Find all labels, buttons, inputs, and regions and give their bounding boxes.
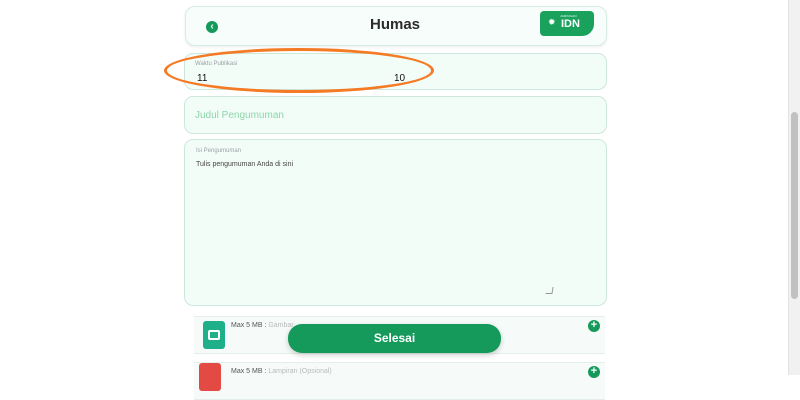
chevron-left-icon: ‹ [210,21,214,32]
page: ‹ Humas ✹ JARINGAN IDN Waktu Publikasi 1… [0,0,789,400]
submit-button[interactable]: Selesai [288,324,501,353]
back-button[interactable]: ‹ [206,21,218,33]
idn-logo: ✹ JARINGAN IDN [540,11,594,36]
publication-time-field[interactable] [184,53,607,90]
page-title: Humas [369,16,421,33]
logo-brand-text: IDN [561,18,580,30]
scrollbar-thumb[interactable] [791,112,798,299]
upload-image-label: Max 5 MB : Gambar [231,322,294,329]
add-attachment-button[interactable]: + [588,366,600,378]
upload-attachment-type: Lampiran (Opsional) [268,368,332,375]
pdf-file-icon [199,363,221,391]
image-file-icon [203,321,225,349]
publication-time-label: Waktu Publikasi [195,61,238,67]
upload-image-limit: Max 5 MB : [231,322,269,329]
sun-icon: ✹ [548,17,556,27]
add-image-button[interactable]: + [588,320,600,332]
announcement-content-placeholder: Tulis pengumuman Anda di sini [196,161,294,168]
upload-attachment-limit: Max 5 MB : [231,368,269,375]
vertical-scrollbar[interactable] [788,0,800,375]
resize-handle[interactable] [545,287,554,294]
publication-time-value-left[interactable]: 11 [197,73,207,84]
publication-time-value-right[interactable]: 10 [394,73,405,84]
announcement-title-placeholder: Judul Pengumuman [195,110,284,121]
plus-icon: + [590,319,598,331]
plus-icon: + [590,365,598,377]
announcement-content-label: Isi Pengumuman [196,148,242,154]
upload-attachment-label: Max 5 MB : Lampiran (Opsional) [231,368,332,375]
upload-image-type: Gambar [268,322,294,329]
